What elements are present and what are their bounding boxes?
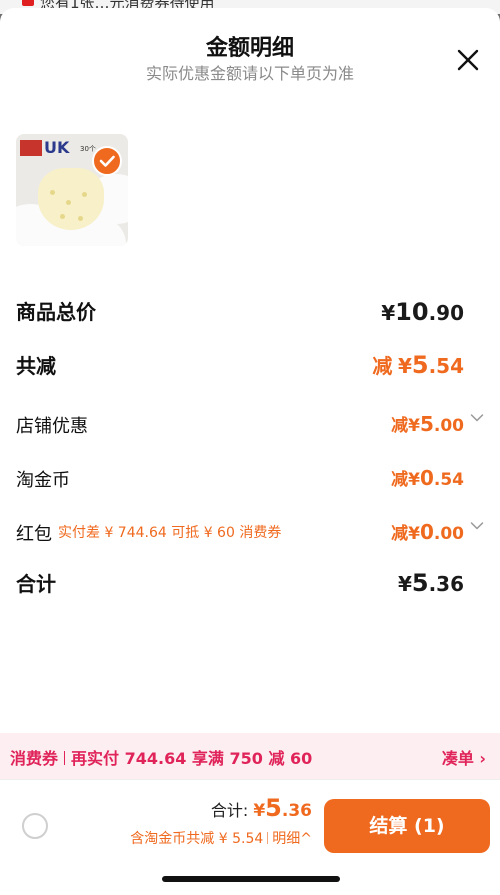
amount-decimal: .00 <box>433 416 464 436</box>
chevron-up-icon: ^ <box>300 831 312 847</box>
product-selected-check[interactable] <box>92 146 122 176</box>
promo-left: 消费券 再实付 744.64 享满 750 减 60 <box>10 745 312 769</box>
currency-symbol: ¥ <box>381 301 396 325</box>
home-indicator[interactable] <box>162 876 340 882</box>
check-icon <box>99 155 115 167</box>
row-subtotal-label: 合计 <box>16 572 56 596</box>
add-items-label: 凑单 <box>441 749 474 768</box>
close-icon[interactable] <box>454 46 482 74</box>
promo-tag: 消费券 <box>10 749 59 768</box>
bib-dot <box>60 214 65 219</box>
select-all-radio[interactable] <box>22 813 48 839</box>
detail-toggle[interactable]: 明细^ <box>272 831 312 847</box>
discount-prefix: 减 <box>391 470 409 490</box>
bib-dot <box>78 216 83 221</box>
background-coupon-mark <box>22 0 34 6</box>
chevron-down-icon[interactable] <box>470 413 484 423</box>
row-reduction-value: 减 ¥5.54 <box>372 350 464 379</box>
amount-detail-sheet: 金额明细 实际优惠金额请以下单页为准 UK 30个 商品总价 ¥10.90 共减… <box>0 8 500 895</box>
amount-integer: 0 <box>419 520 434 544</box>
amount-decimal: .36 <box>428 572 464 596</box>
row-subtotal-value: ¥5.36 <box>398 569 464 597</box>
amount-decimal: .90 <box>428 301 464 325</box>
amount-integer: 0 <box>419 466 434 490</box>
amount-integer: 10 <box>395 298 429 326</box>
checkout-button[interactable]: 结算 (1) <box>324 799 490 853</box>
sheet-title: 金额明细 <box>205 36 294 61</box>
row-hongbao-label: 红包 <box>16 524 52 545</box>
amount-decimal: .54 <box>428 354 464 378</box>
amount-integer: 5 <box>419 412 434 436</box>
brand-logo <box>20 140 42 156</box>
bib-dot <box>50 190 55 195</box>
row-hongbao-value[interactable]: 减¥0.00 <box>391 519 464 544</box>
currency-symbol: ¥ <box>408 416 420 436</box>
currency-symbol: ¥ <box>253 801 266 821</box>
amount-decimal: .00 <box>433 524 464 544</box>
currency-symbol: ¥ <box>397 354 412 378</box>
row-taojinbi-value: 减¥0.54 <box>391 465 464 490</box>
row-reduction-label: 共减 <box>16 354 56 378</box>
bib-image <box>38 168 104 230</box>
checkout-total: 合计: ¥5.36 <box>211 794 312 822</box>
promo-text: 再实付 744.64 享满 750 减 60 <box>71 749 313 768</box>
total-integer: 5 <box>265 794 282 822</box>
currency-symbol: ¥ <box>408 524 420 544</box>
promo-divider <box>64 751 66 765</box>
amount-integer: 5 <box>411 569 429 597</box>
discount-prefix: 减 <box>391 416 409 436</box>
coin-reduction-text: 含淘金币共减 ¥ 5.54 <box>130 831 264 847</box>
row-store-discount-value[interactable]: 减¥5.00 <box>391 411 464 436</box>
brand-text: UK <box>44 138 70 157</box>
row-taojinbi-label: 淘金币 <box>16 470 70 491</box>
bib-dot <box>66 200 71 205</box>
row-total-label: 商品总价 <box>16 300 96 324</box>
add-items-link[interactable]: 凑单 › <box>442 745 486 769</box>
currency-symbol: ¥ <box>397 572 412 596</box>
hongbao-note: 实付差 ¥ 744.64 可抵 ¥ 60 消费券 <box>58 525 282 541</box>
sheet-subtitle: 实际优惠金额请以下单页为准 <box>145 64 354 83</box>
discount-prefix: 减 <box>391 524 409 544</box>
amount-decimal: .54 <box>433 470 464 490</box>
total-decimal: .36 <box>281 801 312 821</box>
chevron-right-icon: › <box>479 749 486 768</box>
bib-dot <box>82 192 87 197</box>
detail-label: 明细 <box>272 831 301 847</box>
chevron-down-icon[interactable] <box>470 521 484 531</box>
coupon-promo-bar[interactable]: 消费券 再实付 744.64 享满 750 减 60 凑单 › <box>0 733 500 779</box>
checkout-subline: 含淘金币共减 ¥ 5.54 明细^ <box>130 828 312 848</box>
currency-symbol: ¥ <box>408 470 420 490</box>
amount-integer: 5 <box>411 351 429 379</box>
row-total-value: ¥10.90 <box>381 298 464 326</box>
total-label: 合计: <box>210 801 254 820</box>
reduction-prefix: 减 <box>372 354 393 378</box>
row-store-discount-label: 店铺优惠 <box>16 416 88 437</box>
subline-divider <box>267 832 269 844</box>
